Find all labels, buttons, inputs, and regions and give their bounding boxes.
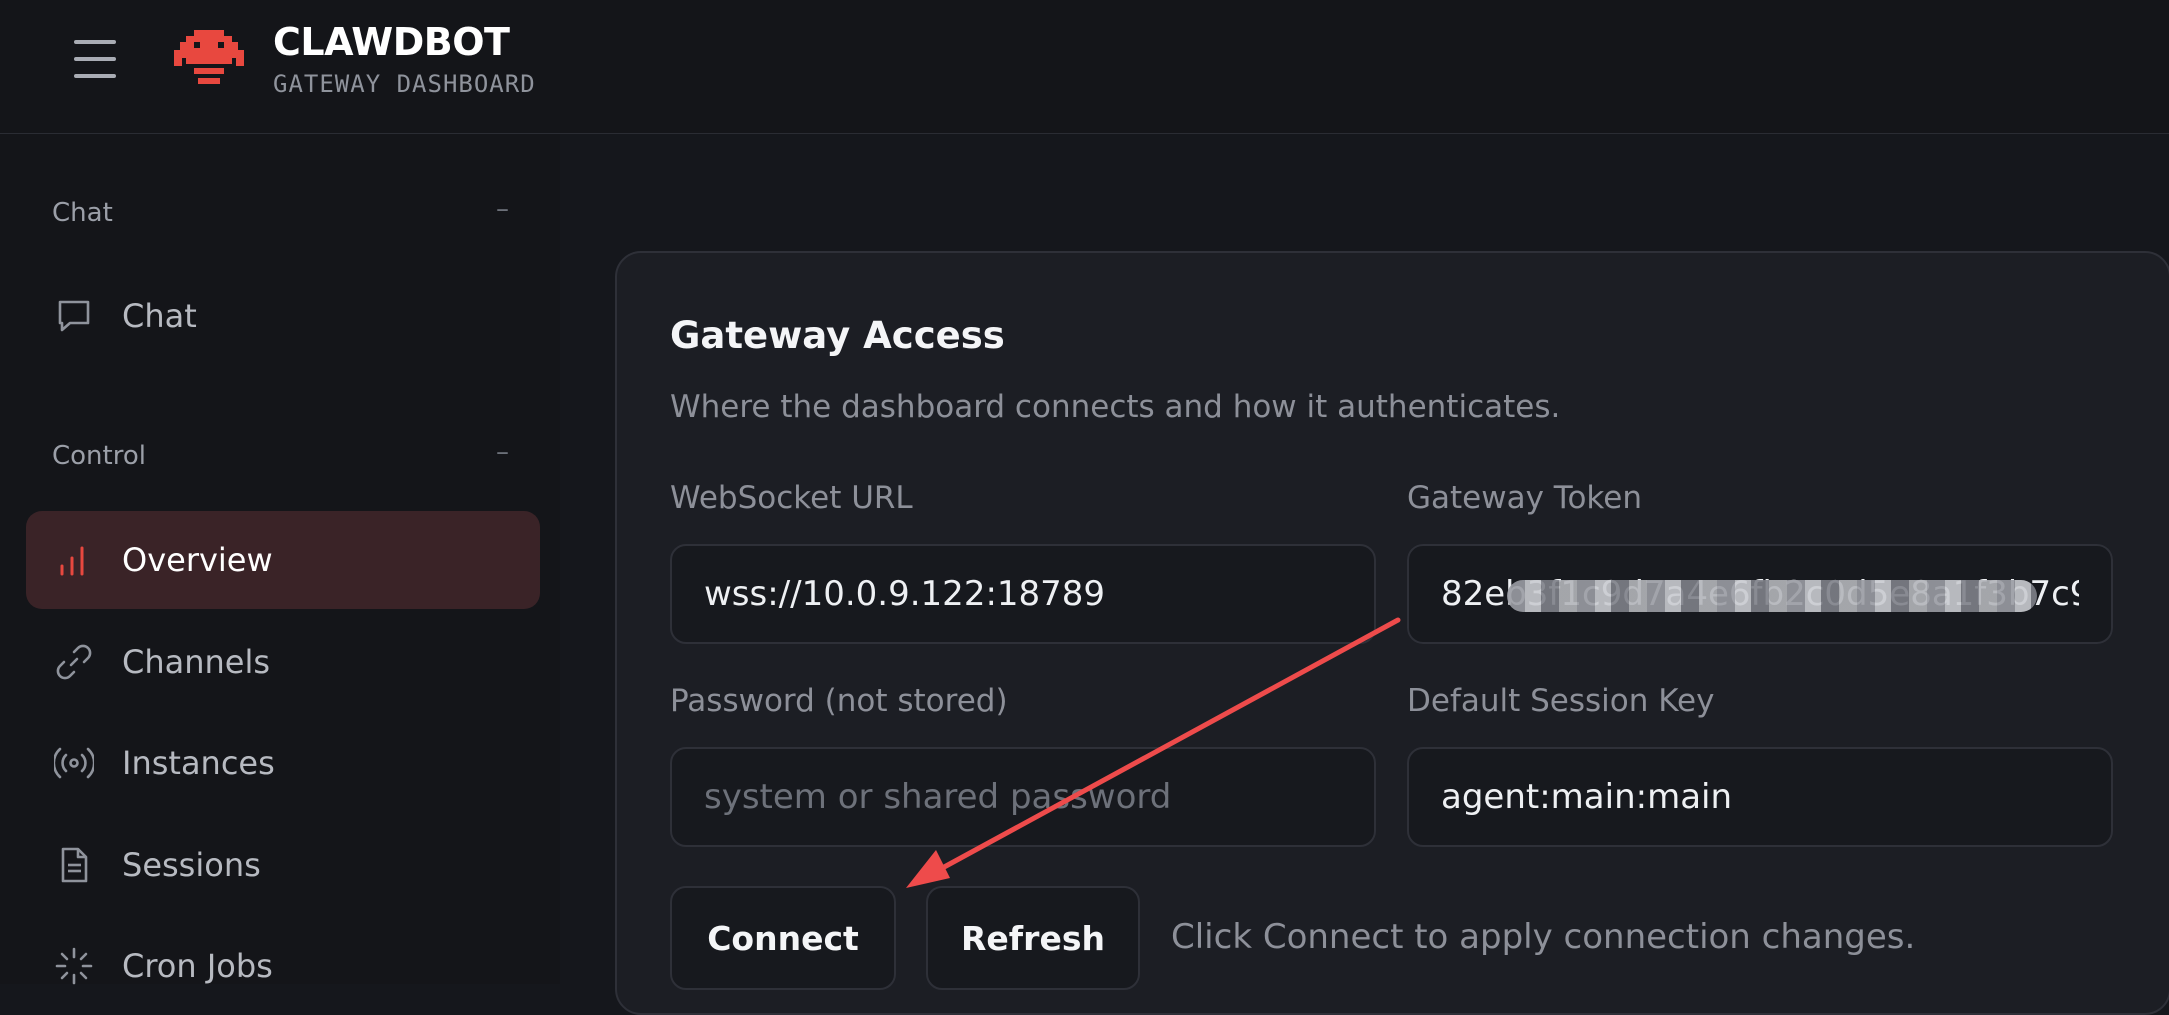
document-icon <box>61 847 88 883</box>
sidebar-item-label: Overview <box>122 541 273 579</box>
sidebar-item-instances[interactable]: Instances <box>26 714 540 812</box>
session-key-input[interactable] <box>1407 747 2113 847</box>
password-label: Password (not stored) <box>670 683 1008 719</box>
broadcast-icon <box>54 747 94 779</box>
bar-chart-icon <box>60 546 84 576</box>
sidebar-item-overview[interactable]: Overview <box>26 511 540 609</box>
sidebar-item-label: Cron Jobs <box>122 947 273 985</box>
section-heading-control: Control <box>52 441 146 471</box>
websocket-url-input[interactable] <box>670 544 1376 644</box>
connect-button[interactable]: Connect <box>670 886 896 990</box>
redaction-blur <box>1507 580 2037 612</box>
chat-bubble-icon <box>58 300 90 332</box>
websocket-url-label: WebSocket URL <box>670 480 913 516</box>
loader-icon <box>55 947 93 985</box>
sidebar-item-label: Sessions <box>122 846 261 884</box>
password-input[interactable] <box>670 747 1376 847</box>
section-heading-chat: Chat <box>52 198 113 228</box>
card-title: Gateway Access <box>670 314 1005 357</box>
collapse-chat-toggle[interactable]: – <box>496 194 509 224</box>
sidebar-item-cron-jobs[interactable]: Cron Jobs <box>26 917 540 1015</box>
gateway-access-card: Gateway Access Where the dashboard conne… <box>615 251 2169 1015</box>
sidebar-item-sessions[interactable]: Sessions <box>26 816 540 914</box>
sidebar: Chat – Chat Control – Overview Channels <box>0 134 560 985</box>
clawdbot-logo <box>174 30 244 84</box>
menu-icon[interactable] <box>74 40 116 78</box>
sidebar-item-chat[interactable]: Chat <box>26 267 540 365</box>
gateway-token-wrapper <box>1407 544 2113 644</box>
sidebar-item-channels[interactable]: Channels <box>26 613 540 711</box>
app-title: CLAWDBOT <box>273 20 510 64</box>
link-icon <box>56 644 92 680</box>
session-key-label: Default Session Key <box>1407 683 1715 719</box>
card-subtitle: Where the dashboard connects and how it … <box>670 389 1561 425</box>
refresh-button[interactable]: Refresh <box>926 886 1140 990</box>
top-bar: CLAWDBOT GATEWAY DASHBOARD <box>0 0 2169 134</box>
sidebar-item-label: Channels <box>122 643 271 681</box>
gateway-token-label: Gateway Token <box>1407 480 1642 516</box>
sidebar-item-label: Chat <box>122 297 197 335</box>
sidebar-item-label: Instances <box>122 744 275 782</box>
collapse-control-toggle[interactable]: – <box>496 437 509 467</box>
app-subtitle: GATEWAY DASHBOARD <box>273 70 536 98</box>
connection-hint: Click Connect to apply connection change… <box>1171 917 1916 957</box>
